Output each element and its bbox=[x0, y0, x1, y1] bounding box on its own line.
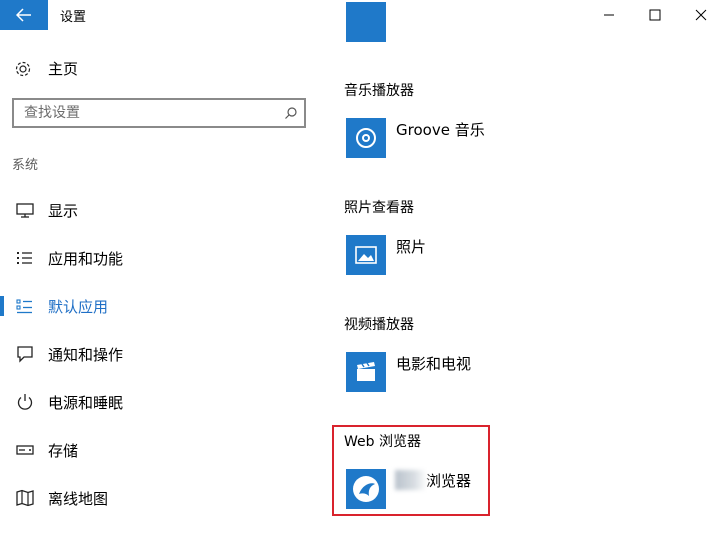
groove-music-icon bbox=[356, 128, 376, 148]
sidebar-item-label: 默认应用 bbox=[48, 297, 109, 316]
photo-app-tile[interactable] bbox=[346, 235, 386, 275]
sidebar-item-apps[interactable]: 应用和功能 bbox=[0, 238, 330, 278]
gear-icon bbox=[15, 61, 31, 76]
sidebar-item-notifications[interactable]: 通知和操作 bbox=[0, 334, 330, 374]
sidebar-item-default-apps[interactable]: 默认应用 bbox=[0, 286, 330, 326]
storage-icon bbox=[16, 445, 34, 455]
active-indicator bbox=[0, 296, 4, 316]
close-icon bbox=[695, 9, 707, 21]
sidebar-item-label: 电源和睡眠 bbox=[48, 393, 124, 412]
category-photo-viewer: 照片查看器 bbox=[344, 200, 414, 216]
notification-icon bbox=[17, 346, 33, 363]
sidebar-item-storage[interactable]: 存储 bbox=[0, 430, 330, 470]
monitor-icon bbox=[16, 203, 34, 218]
close-button[interactable] bbox=[678, 0, 724, 30]
sidebar-item-power[interactable]: 电源和睡眠 bbox=[0, 382, 330, 422]
sidebar: 主页 系统 显示 应用和功能 bbox=[0, 30, 330, 534]
video-app-tile[interactable] bbox=[346, 352, 386, 392]
home-link[interactable]: 主页 bbox=[14, 58, 78, 79]
music-app-tile[interactable] bbox=[346, 118, 386, 158]
list-icon bbox=[17, 252, 32, 264]
maximize-icon bbox=[649, 9, 661, 21]
maximize-button[interactable] bbox=[632, 0, 678, 30]
section-label-system: 系统 bbox=[12, 158, 39, 173]
back-button[interactable] bbox=[0, 0, 48, 30]
music-app-name[interactable]: Groove 音乐 bbox=[396, 119, 485, 140]
photos-icon bbox=[355, 246, 377, 264]
app-tile-partial[interactable] bbox=[346, 2, 386, 42]
map-icon bbox=[16, 489, 34, 507]
search-input[interactable] bbox=[24, 104, 274, 122]
sidebar-item-label: 存储 bbox=[48, 441, 79, 460]
power-icon bbox=[17, 394, 33, 410]
arrow-left-icon bbox=[16, 8, 31, 22]
sidebar-item-label: 应用和功能 bbox=[48, 249, 124, 268]
minimize-icon bbox=[604, 14, 614, 16]
movies-tv-icon bbox=[357, 362, 375, 381]
search-icon bbox=[285, 107, 297, 119]
search-box[interactable] bbox=[12, 98, 306, 128]
photo-app-name[interactable]: 照片 bbox=[396, 236, 426, 257]
minimize-button[interactable] bbox=[586, 0, 632, 30]
default-apps-icon bbox=[16, 299, 32, 314]
window-title: 设置 bbox=[60, 10, 87, 25]
sidebar-item-offline-maps[interactable]: 离线地图 bbox=[0, 478, 330, 518]
sidebar-item-label: 显示 bbox=[48, 201, 79, 220]
home-label: 主页 bbox=[48, 60, 79, 78]
sidebar-item-label: 离线地图 bbox=[48, 489, 109, 508]
sidebar-item-label: 通知和操作 bbox=[48, 345, 124, 364]
highlight-annotation bbox=[332, 425, 490, 516]
video-app-name[interactable]: 电影和电视 bbox=[396, 353, 471, 374]
sidebar-item-display[interactable]: 显示 bbox=[0, 190, 330, 230]
category-music-player: 音乐播放器 bbox=[344, 83, 414, 99]
category-video-player: 视频播放器 bbox=[344, 317, 414, 333]
